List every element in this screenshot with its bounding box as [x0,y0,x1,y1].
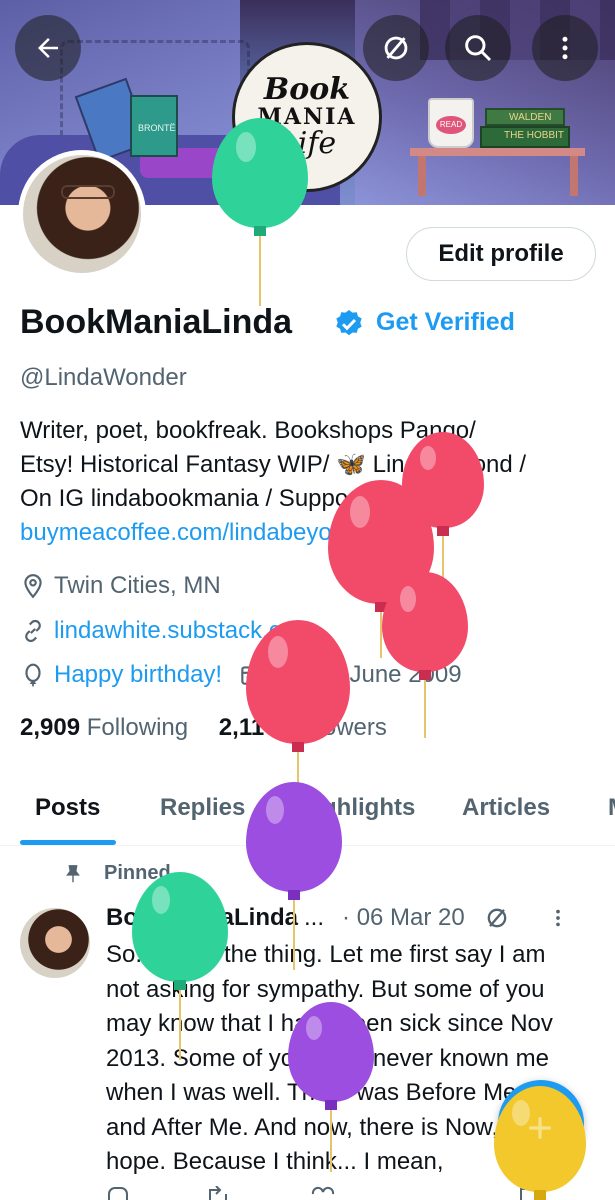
get-verified-link[interactable]: Get Verified [376,308,515,337]
profile-bio: Writer, poet, bookfreak. Bookshops Pango… [20,414,590,550]
search-icon [465,35,492,62]
balloon-knot [534,1190,546,1200]
location-pin-icon [24,574,42,599]
location-text: Twin Cities, MN [54,572,221,599]
search-button[interactable] [445,15,511,81]
more-button[interactable] [532,15,598,81]
banner-book-hobbit-title: THE HOBBIT [504,130,565,141]
balloon-shine [152,886,170,914]
balloon-knot [174,980,186,990]
following-label: Following [86,714,189,741]
balloon-string [259,236,261,306]
following-count: 2,909 [20,714,81,741]
post-more-icon[interactable] [547,905,569,931]
link-icon [25,619,41,643]
slashed-circle-icon[interactable] [483,904,511,932]
balloon-knot [254,226,266,236]
balloon-shine [350,496,370,528]
banner-book-walden: WALDEN [485,108,565,126]
balloon-body [288,1002,374,1102]
active-tab-indicator [20,840,116,845]
avatar-photo [23,155,141,273]
banner-shelf-leg [418,156,426,196]
balloon-string [424,680,426,738]
balloon-icon [25,663,41,687]
arrow-left-icon [38,38,58,58]
tab-posts[interactable]: Posts [35,794,100,822]
balloon-body [246,620,350,744]
profile-avatar[interactable] [18,150,146,278]
balloon-knot [288,890,300,900]
balloon-green [132,872,228,1062]
bio-line: Writer, poet, bookfreak. Bookshops Pango… [20,417,476,444]
display-name: BookManiaLinda [20,303,293,341]
balloon-purple [288,1002,374,1172]
post-author-avatar[interactable] [20,908,90,978]
balloon-red [382,572,468,740]
balloon-body [382,572,468,672]
tab-articles[interactable]: Articles [462,794,550,822]
balloon-body [212,118,308,228]
bio-link[interactable]: buymeacoffee.com/lindabeyon [20,516,590,550]
profile-location: Twin Cities, MN [20,572,221,600]
banner-book-walden-title: WALDEN [509,112,552,123]
birthday-text[interactable]: Happy birthday! [54,661,222,689]
banner-book-green: BRONTË [130,95,178,157]
more-vertical-icon [562,36,568,60]
verified-badge-icon [336,310,362,336]
post-date[interactable]: · 06 Mar 20 [342,904,465,932]
banner-book-title: BRONTË [138,123,176,133]
edit-profile-button[interactable]: Edit profile [406,227,596,281]
crypto-button[interactable] [363,15,429,81]
like-icon[interactable] [311,1186,335,1200]
following-link[interactable]: 2,909 Following [20,714,188,741]
balloon-knot [292,742,304,752]
banner-shelf [410,148,585,156]
pin-icon [66,864,80,882]
repost-icon[interactable] [206,1186,230,1200]
balloon-green [212,118,308,308]
balloon-shine [420,446,436,470]
balloon-knot [325,1100,337,1110]
profile-handle: @LindaWonder [20,364,187,391]
balloon-shine [266,796,284,824]
balloon-shine [236,132,256,162]
balloon-string [293,900,295,970]
slashed-circle-icon [384,36,408,60]
balloon-string [179,990,181,1060]
banner-mug-label: READ [436,116,466,134]
balloon-shine [268,636,288,668]
balloon-shine [306,1016,322,1040]
balloon-knot [437,526,449,536]
balloon-knot [419,670,431,680]
back-button[interactable] [15,15,81,81]
balloon-string [330,1110,332,1172]
tab-replies[interactable]: Replies [160,794,245,822]
balloon-purple [246,782,342,972]
tab-media[interactable]: M [608,794,615,822]
avatar-glasses [61,185,115,199]
banner-book-hobbit: THE HOBBIT [480,126,570,148]
balloon-shine [400,586,416,612]
banner-shelf-leg [570,156,578,196]
balloon-yellow [494,1086,586,1200]
reply-icon[interactable] [106,1186,130,1200]
plus-icon [529,1117,551,1139]
balloon-body [246,782,342,892]
bio-line: On IG lindabookmania / Support me on [20,485,437,512]
banner-logo-line1: Book [263,72,351,107]
bio-line: Etsy! Historical Fantasy WIP/ 🦋 LindaBey… [20,451,527,478]
banner-mug: READ [428,98,474,148]
balloon-body [132,872,228,982]
